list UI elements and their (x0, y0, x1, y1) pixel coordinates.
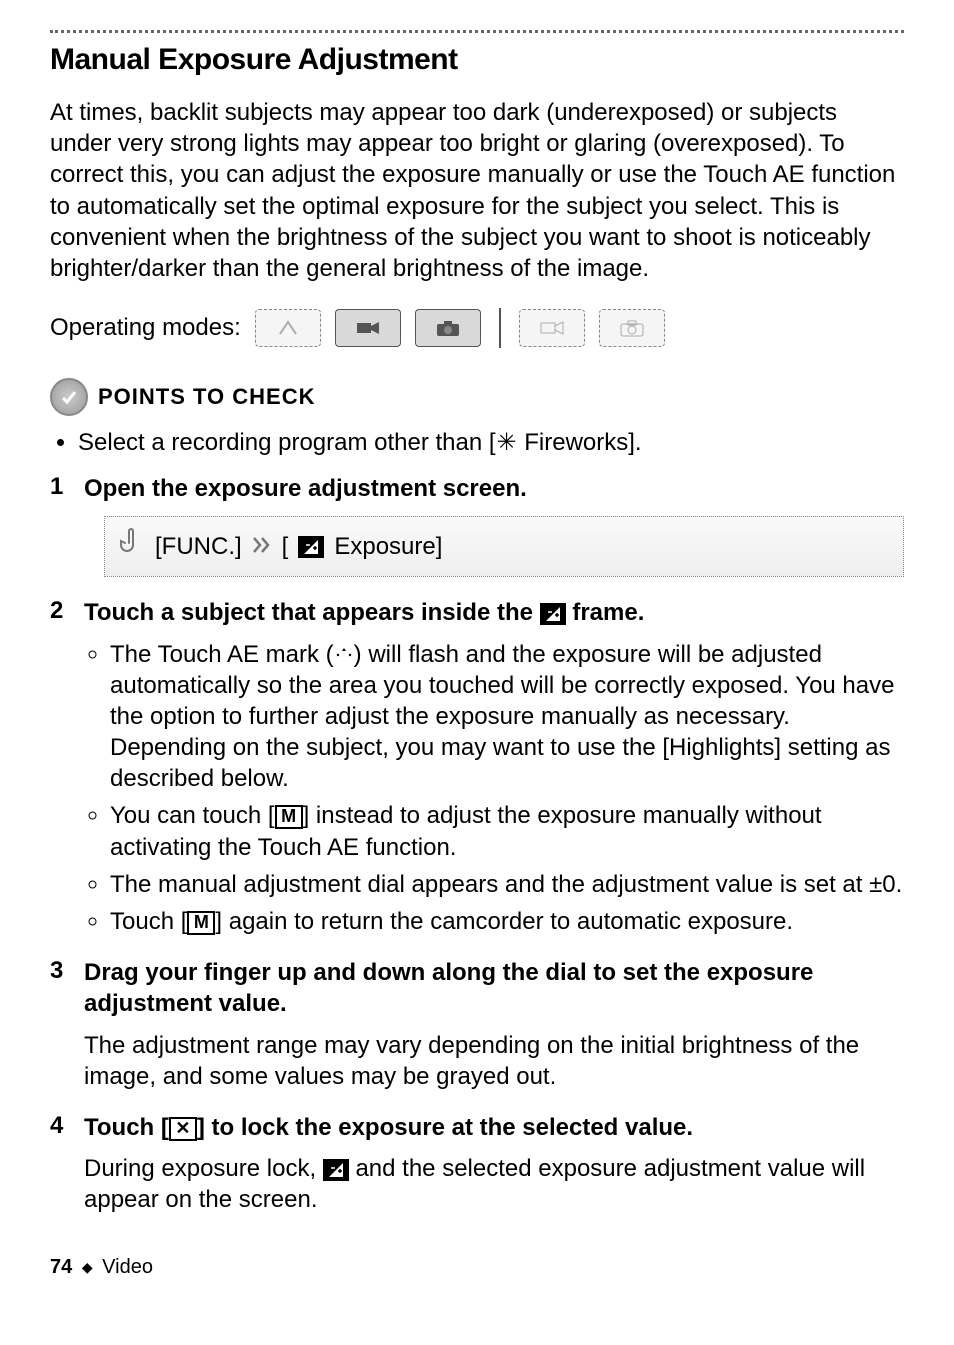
mode-movie-icon (335, 309, 401, 347)
points-to-check-header: POINTS TO CHECK (50, 378, 904, 416)
s2b4a: Touch [ (110, 908, 187, 935)
mode-photo-icon (415, 309, 481, 347)
close-x-icon: ✕ (169, 1117, 197, 1141)
step-2-title-b: frame. (566, 599, 645, 626)
page-title: Manual Exposure Adjustment (50, 43, 904, 77)
exposure-icon (298, 536, 324, 558)
func-label: [FUNC.] (155, 533, 242, 561)
s2b4b: ] again to return the camcorder to autom… (215, 908, 793, 935)
exposure-icon (540, 603, 566, 625)
step-1: Open the exposure adjustment screen. [FU… (50, 473, 904, 577)
step-2-bullet-2: You can touch [M] instead to adjust the … (110, 800, 904, 862)
step-2-title: Touch a subject that appears inside the … (84, 597, 904, 628)
step-1-title: Open the exposure adjustment screen. (84, 473, 904, 504)
step-3: Drag your finger up and down along the d… (50, 957, 904, 1092)
operating-modes-row: Operating modes: (50, 308, 904, 348)
s4tb: ] to lock the exposure at the selected v… (197, 1114, 693, 1141)
manual-page: Manual Exposure Adjustment At times, bac… (0, 0, 954, 1299)
step-2-bullet-4: Touch [M] again to return the camcorder … (110, 906, 904, 937)
step-4-body: During exposure lock, and the selected e… (84, 1153, 904, 1215)
touch-hand-icon (119, 527, 145, 566)
mode-auto-icon (255, 309, 321, 347)
exposure-icon (323, 1159, 349, 1181)
step-2-bullet-3: The manual adjustment dial appears and t… (110, 869, 904, 900)
page-footer: 74 ◆ Video (50, 1256, 904, 1279)
s2b1a: The Touch AE mark ( (110, 641, 334, 668)
points-to-check-list: Select a recording program other than [✳… (50, 428, 904, 457)
step-4-title: Touch [✕] to lock the exposure at the se… (84, 1112, 904, 1143)
mode-separator (499, 308, 501, 348)
check-item: Select a recording program other than [✳… (78, 428, 904, 457)
touch-ae-mark-icon (334, 641, 354, 668)
m-icon: M (187, 911, 215, 935)
step-3-body: The adjustment range may vary depending … (84, 1030, 904, 1092)
operating-modes-label: Operating modes: (50, 314, 241, 342)
steps-list: Open the exposure adjustment screen. [FU… (50, 473, 904, 1215)
page-number: 74 (50, 1256, 72, 1278)
points-to-check-label: POINTS TO CHECK (98, 384, 316, 410)
func-path-box: [FUNC.] [ Exposure] (104, 516, 904, 577)
s4ba: During exposure lock, (84, 1155, 323, 1182)
exposure-label: Exposure] (334, 533, 442, 561)
fireworks-icon: ✳ (496, 428, 518, 457)
check-badge-icon (50, 378, 88, 416)
step-2-bullets: The Touch AE mark () will flash and the … (84, 639, 904, 938)
step-2-bullet-1: The Touch AE mark () will flash and the … (110, 639, 904, 795)
m-icon: M (275, 805, 303, 829)
chevrons-icon (252, 533, 272, 561)
step-2: Touch a subject that appears inside the … (50, 597, 904, 937)
check-item-text-b: Fireworks]. (518, 429, 642, 456)
s2b2a: You can touch [ (110, 802, 275, 829)
step-2-title-a: Touch a subject that appears inside the (84, 599, 540, 626)
check-item-text-a: Select a recording program other than [ (78, 429, 496, 456)
mode-playback-movie-icon (519, 309, 585, 347)
step-4: Touch [✕] to lock the exposure at the se… (50, 1112, 904, 1216)
footer-section: Video (102, 1256, 153, 1278)
exposure-bracket-open: [ (282, 533, 289, 561)
mode-playback-photo-icon (599, 309, 665, 347)
intro-paragraph: At times, backlit subjects may appear to… (50, 97, 904, 284)
footer-diamond-icon: ◆ (82, 1259, 93, 1275)
s4ta: Touch [ (84, 1114, 169, 1141)
top-rule (50, 30, 904, 33)
step-3-title: Drag your finger up and down along the d… (84, 957, 904, 1019)
